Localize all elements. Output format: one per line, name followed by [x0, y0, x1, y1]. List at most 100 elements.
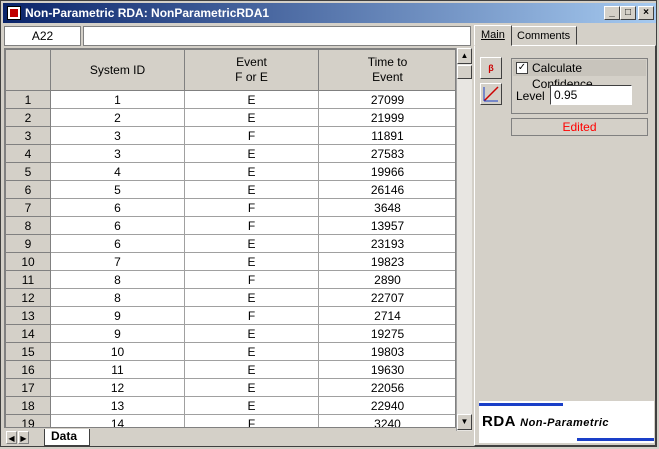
vertical-scrollbar[interactable]: ▲ ▼	[456, 48, 472, 431]
grid-cell[interactable]: F	[184, 126, 319, 145]
corner-cell[interactable]	[5, 49, 51, 91]
table-row[interactable]: 17 12 E 22056	[5, 378, 455, 397]
row-header[interactable]: 3	[5, 126, 51, 145]
row-header[interactable]: 10	[5, 252, 51, 271]
grid-cell[interactable]: E	[184, 324, 319, 343]
grid-cell[interactable]: 9	[50, 306, 185, 325]
grid-cell[interactable]: 22940	[318, 396, 455, 415]
row-header[interactable]: 1	[5, 90, 51, 109]
data-grid[interactable]: System ID Event F or E Time to Event 1 1 E 27…	[4, 48, 456, 428]
row-header[interactable]: 9	[5, 234, 51, 253]
table-row[interactable]: 10 7 E 19823	[5, 252, 455, 271]
grid-cell[interactable]: E	[184, 360, 319, 379]
grid-cell[interactable]: 19630	[318, 360, 455, 379]
grid-cell[interactable]: 6	[50, 234, 185, 253]
grid-cell[interactable]: 11	[50, 360, 185, 379]
grid-cell[interactable]: E	[184, 288, 319, 307]
grid-cell[interactable]: 14	[50, 414, 185, 427]
column-header[interactable]: Time to Event	[318, 49, 455, 91]
row-header[interactable]: 7	[5, 198, 51, 217]
grid-cell[interactable]: 9	[50, 324, 185, 343]
grid-cell[interactable]: 27583	[318, 144, 455, 163]
grid-cell[interactable]: 3	[50, 144, 185, 163]
grid-cell[interactable]: E	[184, 108, 319, 127]
grid-cell[interactable]: F	[184, 216, 319, 235]
table-row[interactable]: 9 6 E 23193	[5, 234, 455, 253]
sheet-next-icon[interactable]: ▶	[18, 431, 29, 444]
grid-cell[interactable]: F	[184, 270, 319, 289]
row-header[interactable]: 19	[5, 414, 51, 427]
grid-cell[interactable]: 19803	[318, 342, 455, 361]
table-row[interactable]: 6 5 E 26146	[5, 180, 455, 199]
column-header[interactable]: System ID	[50, 49, 185, 91]
table-row[interactable]: 15 10 E 19803	[5, 342, 455, 361]
sheet-tab-data[interactable]: Data	[44, 429, 91, 446]
grid-cell[interactable]: 19275	[318, 324, 455, 343]
grid-cell[interactable]: F	[184, 198, 319, 217]
row-header[interactable]: 6	[5, 180, 51, 199]
row-header[interactable]: 11	[5, 270, 51, 289]
row-header[interactable]: 12	[5, 288, 51, 307]
calculate-icon[interactable]: β	[480, 57, 502, 79]
grid-cell[interactable]: E	[184, 180, 319, 199]
grid-cell[interactable]: 4	[50, 162, 185, 181]
table-row[interactable]: 14 9 E 19275	[5, 324, 455, 343]
table-row[interactable]: 4 3 E 27583	[5, 144, 455, 163]
row-header[interactable]: 17	[5, 378, 51, 397]
table-row[interactable]: 2 2 E 21999	[5, 108, 455, 127]
row-header[interactable]: 8	[5, 216, 51, 235]
cell-reference-box[interactable]: A22	[4, 26, 81, 46]
row-header[interactable]: 2	[5, 108, 51, 127]
row-header[interactable]: 18	[5, 396, 51, 415]
grid-cell[interactable]: 23193	[318, 234, 455, 253]
table-row[interactable]: 3 3 F 11891	[5, 126, 455, 145]
grid-cell[interactable]: 6	[50, 216, 185, 235]
grid-cell[interactable]: 5	[50, 180, 185, 199]
table-row[interactable]: 5 4 E 19966	[5, 162, 455, 181]
table-row[interactable]: 7 6 F 3648	[5, 198, 455, 217]
grid-cell[interactable]: 2	[50, 108, 185, 127]
table-row[interactable]: 1 1 E 27099	[5, 90, 455, 109]
scroll-thumb[interactable]	[457, 65, 472, 79]
table-row[interactable]: 11 8 F 2890	[5, 270, 455, 289]
grid-cell[interactable]: 13957	[318, 216, 455, 235]
grid-cell[interactable]: E	[184, 162, 319, 181]
table-row[interactable]: 12 8 E 22707	[5, 288, 455, 307]
grid-cell[interactable]: 6	[50, 198, 185, 217]
row-header[interactable]: 14	[5, 324, 51, 343]
close-button[interactable]: ×	[638, 6, 654, 20]
grid-cell[interactable]: 8	[50, 270, 185, 289]
row-header[interactable]: 5	[5, 162, 51, 181]
table-row[interactable]: 16 11 E 19630	[5, 360, 455, 379]
plot-icon[interactable]	[480, 83, 502, 105]
minimize-button[interactable]: _	[604, 6, 620, 20]
grid-cell[interactable]: 10	[50, 342, 185, 361]
tab-comments[interactable]: Comments	[510, 26, 578, 45]
grid-cell[interactable]: 3240	[318, 414, 455, 427]
column-header[interactable]: Event F or E	[184, 49, 319, 91]
level-input[interactable]	[550, 85, 632, 105]
grid-cell[interactable]: F	[184, 414, 319, 427]
grid-cell[interactable]: E	[184, 144, 319, 163]
grid-cell[interactable]: 3	[50, 126, 185, 145]
sheet-prev-icon[interactable]: ◀	[6, 431, 17, 444]
grid-cell[interactable]: F	[184, 306, 319, 325]
grid-cell[interactable]: 13	[50, 396, 185, 415]
grid-cell[interactable]: 3648	[318, 198, 455, 217]
scroll-up-arrow-icon[interactable]: ▲	[457, 48, 472, 64]
grid-cell[interactable]: 19966	[318, 162, 455, 181]
row-header[interactable]: 16	[5, 360, 51, 379]
grid-cell[interactable]: 12	[50, 378, 185, 397]
table-row[interactable]: 8 6 F 13957	[5, 216, 455, 235]
grid-cell[interactable]: E	[184, 378, 319, 397]
row-header[interactable]: 15	[5, 342, 51, 361]
grid-cell[interactable]: E	[184, 90, 319, 109]
row-header[interactable]: 13	[5, 306, 51, 325]
grid-cell[interactable]: 21999	[318, 108, 455, 127]
grid-cell[interactable]: 2714	[318, 306, 455, 325]
table-row[interactable]: 18 13 E 22940	[5, 396, 455, 415]
formula-bar[interactable]	[83, 26, 471, 46]
grid-cell[interactable]: E	[184, 342, 319, 361]
grid-cell[interactable]: 2890	[318, 270, 455, 289]
grid-cell[interactable]: 11891	[318, 126, 455, 145]
